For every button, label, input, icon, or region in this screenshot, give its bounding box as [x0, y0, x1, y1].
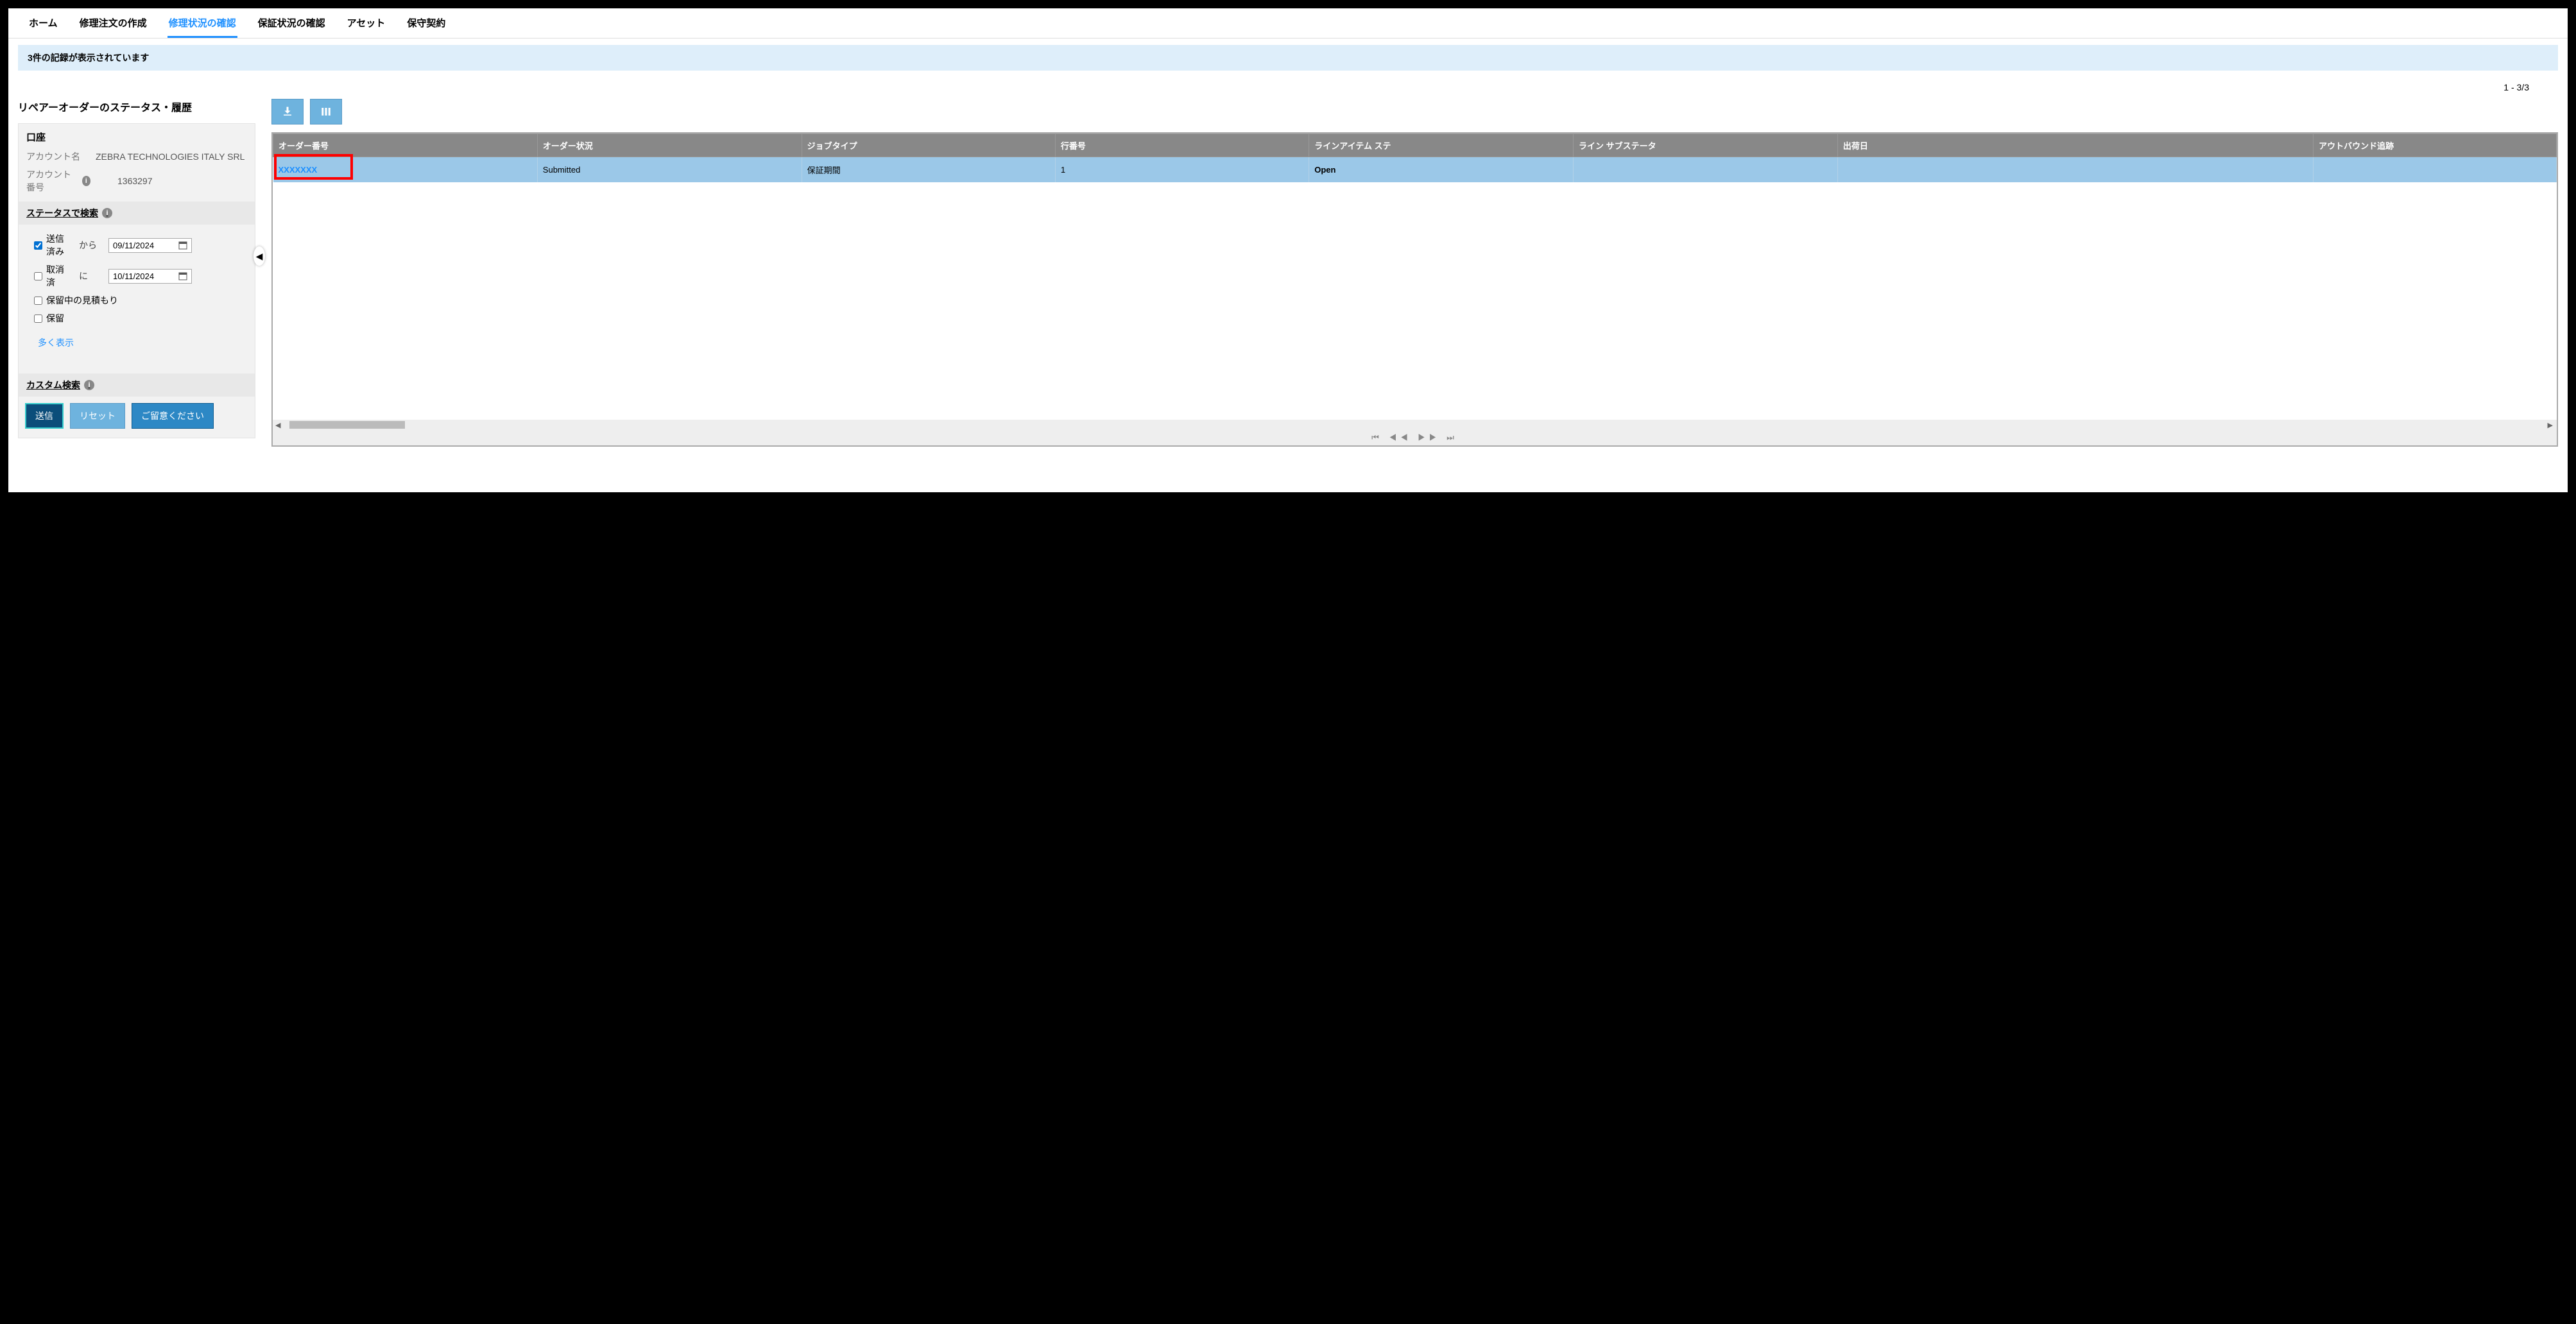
checkbox-pending-quote[interactable]	[34, 297, 42, 305]
col-order-number[interactable]: オーダー番号	[273, 134, 538, 157]
tab-repair-status[interactable]: 修理状況の確認	[167, 16, 237, 38]
tab-warranty-status[interactable]: 保証状況の確認	[257, 16, 327, 38]
col-line-number[interactable]: 行番号	[1055, 134, 1309, 157]
checkbox-submitted[interactable]	[34, 241, 42, 250]
label-submitted: 送信済み	[46, 232, 73, 258]
page-title: リペアーオーダーのステータス・履歴	[18, 99, 255, 114]
label-pending-quote: 保留中の見積もり	[46, 294, 118, 307]
tab-create-order[interactable]: 修理注文の作成	[78, 16, 148, 38]
col-order-status[interactable]: オーダー状況	[537, 134, 802, 157]
custom-search-label: カスタム検索	[26, 379, 80, 391]
account-name-value: ZEBRA TECHNOLOGIES ITALY SRL	[96, 151, 245, 162]
date-to-input[interactable]	[108, 269, 192, 284]
show-more-link[interactable]: 多く表示	[19, 332, 255, 368]
columns-button[interactable]	[310, 99, 342, 125]
account-name-row: アカウント名 ZEBRA TECHNOLOGIES ITALY SRL	[19, 148, 255, 166]
pager-next-icon[interactable]: ▶▶	[1418, 433, 1440, 442]
cell-job-type: 保証期間	[802, 157, 1055, 183]
download-button[interactable]	[271, 99, 304, 125]
horizontal-scrollbar[interactable]: ◀ ▶	[273, 420, 2557, 430]
status-filters: 送信済み から 取消済 に	[19, 225, 255, 332]
main-content: リペアーオーダーのステータス・履歴 口座 アカウント名 ZEBRA TECHNO…	[8, 92, 2568, 453]
cell-line-substatus	[1574, 157, 1838, 183]
account-name-label: アカウント名	[26, 150, 90, 163]
checkbox-hold[interactable]	[34, 314, 42, 323]
date-from-input[interactable]	[108, 238, 192, 253]
checkbox-cancelled[interactable]	[34, 272, 42, 280]
note-button[interactable]: ご留意ください	[132, 403, 214, 429]
table-toolbar	[271, 99, 2558, 125]
cell-line-number: 1	[1055, 157, 1309, 183]
tab-asset[interactable]: アセット	[346, 16, 387, 38]
status-search-header[interactable]: ステータスで検索 i	[19, 202, 255, 225]
col-outbound-tracking[interactable]: アウトバウンド追跡	[2314, 134, 2557, 157]
pager-last-icon[interactable]: ⏭	[1447, 433, 1458, 442]
from-label: から	[79, 239, 102, 252]
tab-contract[interactable]: 保守契約	[406, 16, 447, 38]
table-pager[interactable]: ⏮ ◀◀ ▶▶ ⏭	[273, 430, 2557, 445]
pager-first-icon[interactable]: ⏮	[1371, 433, 1383, 442]
results-area: オーダー番号 オーダー状況 ジョブタイプ 行番号 ラインアイテム ステ ライン …	[271, 99, 2558, 447]
filter-buttons: 送信 リセット ご留意ください	[19, 397, 255, 433]
col-line-substatus[interactable]: ライン サブステータ	[1574, 134, 1838, 157]
account-number-label: アカウント番号	[26, 168, 80, 194]
columns-icon	[320, 106, 332, 117]
info-icon[interactable]: i	[82, 176, 90, 186]
pager-prev-icon[interactable]: ◀◀	[1389, 433, 1411, 442]
results-table-container: オーダー番号 オーダー状況 ジョブタイプ 行番号 ラインアイテム ステ ライン …	[271, 132, 2558, 447]
col-line-status[interactable]: ラインアイテム ステ	[1309, 134, 1574, 157]
cell-order-number[interactable]: XXXXXXX	[273, 157, 538, 183]
status-search-label: ステータスで検索	[26, 207, 98, 219]
col-ship-date[interactable]: 出荷日	[1837, 134, 2313, 157]
records-notice: 3件の記録が表示されています	[18, 45, 2558, 71]
filter-sidebar: リペアーオーダーのステータス・履歴 口座 アカウント名 ZEBRA TECHNO…	[18, 99, 255, 447]
filter-panel: 口座 アカウント名 ZEBRA TECHNOLOGIES ITALY SRL ア…	[18, 123, 255, 438]
page-count: 1 - 3/3	[8, 77, 2568, 92]
cell-line-status: Open	[1309, 157, 1574, 183]
cell-ship-date	[1837, 157, 2313, 183]
cell-outbound	[2314, 157, 2557, 183]
collapse-sidebar-toggle[interactable]: ◀	[253, 246, 265, 266]
label-hold: 保留	[46, 312, 64, 325]
label-cancelled: 取消済	[46, 263, 73, 289]
account-number-value: 1363297	[117, 176, 153, 186]
table-row[interactable]: XXXXXXX Submitted 保証期間 1 Open	[273, 157, 2557, 183]
info-icon[interactable]: i	[102, 208, 112, 218]
download-icon	[282, 106, 293, 117]
tab-home[interactable]: ホーム	[28, 16, 59, 38]
to-label: に	[79, 270, 102, 282]
custom-search-header[interactable]: カスタム検索 i	[19, 374, 255, 397]
results-table: オーダー番号 オーダー状況 ジョブタイプ 行番号 ラインアイテム ステ ライン …	[273, 133, 2557, 182]
app-window: ホーム 修理注文の作成 修理状況の確認 保証状況の確認 アセット 保守契約 3件…	[6, 6, 2570, 494]
scroll-thumb[interactable]	[289, 421, 405, 429]
nav-tabs: ホーム 修理注文の作成 修理状況の確認 保証状況の確認 アセット 保守契約	[8, 8, 2568, 39]
cell-order-status: Submitted	[537, 157, 802, 183]
account-header: 口座	[19, 124, 255, 148]
col-job-type[interactable]: ジョブタイプ	[802, 134, 1055, 157]
submit-button[interactable]: 送信	[25, 403, 64, 429]
info-icon[interactable]: i	[84, 380, 94, 390]
account-number-row: アカウント番号 i 1363297	[19, 166, 255, 196]
reset-button[interactable]: リセット	[70, 403, 125, 429]
